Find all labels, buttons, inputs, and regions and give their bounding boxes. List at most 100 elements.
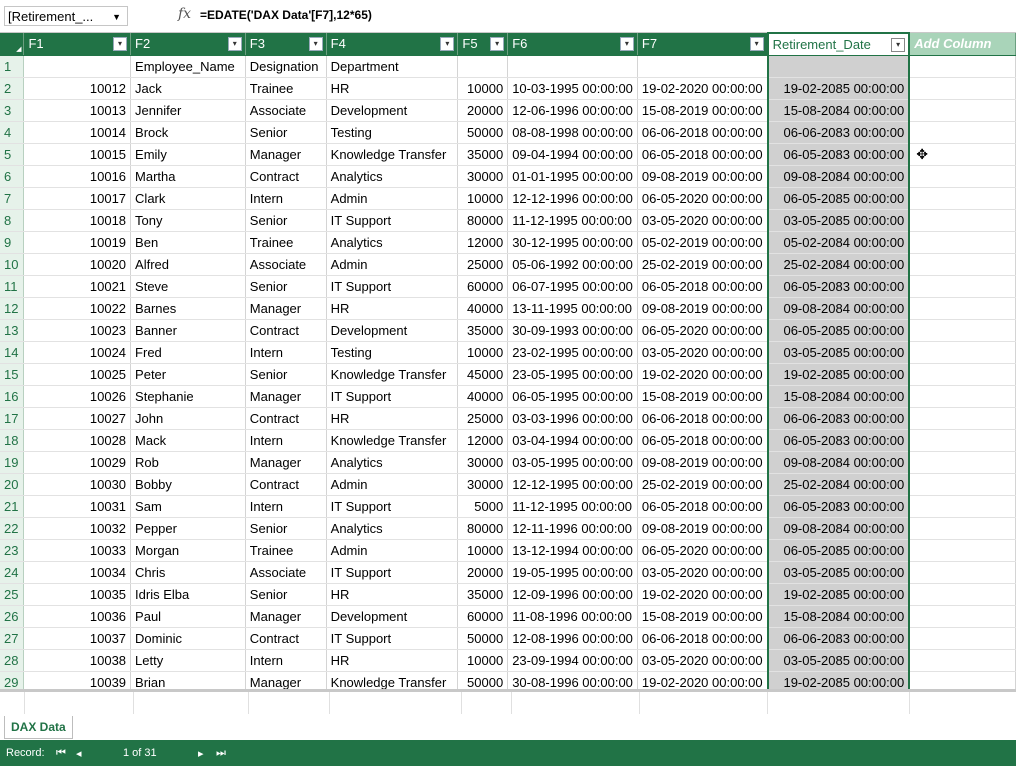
table-cell[interactable]: Admin (326, 473, 459, 496)
add-column-cell[interactable] (909, 275, 1016, 298)
table-cell[interactable]: 10000 (457, 77, 509, 100)
table-cell[interactable]: 06-06-2018 00:00:00 (637, 627, 769, 650)
table-cell[interactable]: Contract (245, 627, 327, 650)
table-cell[interactable]: 06-05-2020 00:00:00 (637, 187, 769, 210)
table-cell[interactable]: 10035 (23, 582, 132, 606)
table-cell[interactable]: Paul (130, 605, 246, 628)
table-cell[interactable]: 11-08-1996 00:00:00 (507, 605, 638, 628)
table-row[interactable]: 27 10037 Dominic Contract IT Support 50000 12-… (0, 627, 1016, 650)
row-number[interactable]: 14 (0, 341, 25, 364)
add-column-cell[interactable] (909, 363, 1016, 386)
table-cell[interactable]: IT Support (326, 275, 459, 298)
retirement-date-cell[interactable]: 25-02-2084 00:00:00 (766, 253, 911, 276)
table-cell[interactable]: Martha (130, 165, 246, 188)
column-header[interactable]: F2 ▾ (130, 33, 246, 56)
table-cell[interactable]: 10028 (23, 429, 132, 452)
table-cell[interactable]: Trainee (245, 539, 327, 562)
table-cell[interactable]: 10029 (23, 451, 132, 474)
table-cell[interactable]: 5000 (457, 494, 509, 518)
table-cell[interactable]: 09-04-1994 00:00:00 (507, 142, 638, 166)
retirement-date-cell[interactable]: 03-05-2085 00:00:00 (766, 561, 911, 584)
retirement-date-cell[interactable]: 05-02-2084 00:00:00 (766, 230, 911, 254)
table-cell[interactable]: 12000 (457, 230, 509, 254)
table-cell[interactable]: Admin (326, 539, 459, 562)
add-column-cell[interactable] (909, 230, 1016, 254)
table-row[interactable]: 20 10030 Bobby Contract Admin 30000 12-12-1995… (0, 473, 1016, 496)
add-column-cell[interactable] (909, 451, 1016, 474)
row-number[interactable]: 7 (0, 187, 25, 210)
table-cell[interactable]: 10016 (23, 165, 132, 188)
previous-record-icon[interactable]: ◂ (76, 747, 82, 760)
table-cell[interactable]: 06-05-2018 00:00:00 (637, 429, 769, 452)
table-cell[interactable]: 09-08-2019 00:00:00 (637, 165, 769, 188)
retirement-date-cell[interactable]: 09-08-2084 00:00:00 (766, 451, 911, 474)
table-cell[interactable]: Bobby (130, 473, 246, 496)
add-column-cell[interactable] (909, 253, 1016, 276)
add-column-cell[interactable] (909, 517, 1016, 540)
table-cell[interactable]: Intern (245, 341, 327, 364)
table-cell[interactable]: 15-08-2019 00:00:00 (637, 385, 769, 408)
filter-dropdown-icon[interactable]: ▾ (891, 38, 906, 52)
row-number[interactable]: 16 (0, 385, 25, 408)
table-cell[interactable]: 10000 (457, 187, 509, 210)
table-cell[interactable]: Contract (245, 473, 327, 496)
filter-dropdown-icon[interactable]: ▾ (490, 37, 505, 51)
table-cell[interactable]: Sam (130, 494, 246, 518)
table-cell[interactable]: 03-05-2020 00:00:00 (637, 561, 769, 584)
table-cell[interactable]: Senior (245, 582, 327, 606)
table-cell[interactable]: 30000 (457, 165, 509, 188)
table-cell[interactable]: 12-06-1996 00:00:00 (507, 99, 638, 122)
filter-dropdown-icon[interactable]: ▾ (308, 37, 323, 51)
sheet-tab[interactable]: DAX Data (4, 716, 73, 739)
table-cell[interactable]: 10015 (23, 142, 132, 166)
table-cell[interactable]: 30000 (457, 451, 509, 474)
row-number[interactable]: 2 (0, 77, 25, 100)
table-cell[interactable]: IT Support (326, 209, 459, 232)
row-number[interactable]: 3 (0, 99, 25, 122)
table-row[interactable]: 2 10012 Jack Trainee HR 10000 10-03-1995 00:00… (0, 77, 1016, 100)
table-cell[interactable]: Intern (245, 649, 327, 672)
table-cell[interactable]: 06-05-1995 00:00:00 (507, 385, 638, 408)
table-cell[interactable]: Manager (245, 142, 327, 166)
row-number[interactable]: 20 (0, 473, 25, 496)
add-column-cell[interactable] (909, 539, 1016, 562)
row-number[interactable]: 21 (0, 494, 25, 518)
table-cell[interactable]: Idris Elba (130, 582, 246, 606)
row-number[interactable]: 19 (0, 451, 25, 474)
retirement-date-cell[interactable]: 03-05-2085 00:00:00 (766, 341, 911, 364)
table-cell[interactable]: Manager (245, 451, 327, 474)
table-cell[interactable]: 10020 (23, 253, 132, 276)
add-column-cell[interactable] (909, 318, 1016, 342)
table-cell[interactable]: HR (326, 77, 459, 100)
table-cell[interactable]: 15-08-2019 00:00:00 (637, 605, 769, 628)
table-cell[interactable]: 12000 (457, 429, 509, 452)
table-cell[interactable]: 08-08-1998 00:00:00 (507, 121, 638, 144)
row-number[interactable]: 10 (0, 253, 25, 276)
add-column-cell[interactable] (909, 55, 1016, 78)
column-header[interactable]: F3 ▾ (245, 33, 327, 56)
table-cell[interactable]: Intern (245, 494, 327, 518)
table-cell[interactable]: Analytics (326, 451, 459, 474)
table-row[interactable]: 1 Employee_Name Designation Department (0, 55, 1016, 78)
retirement-date-cell[interactable]: 25-02-2084 00:00:00 (766, 473, 911, 496)
table-cell[interactable]: 19-02-2020 00:00:00 (637, 77, 769, 100)
table-cell[interactable]: 09-08-2019 00:00:00 (637, 451, 769, 474)
table-cell[interactable]: 40000 (457, 297, 509, 320)
table-cell[interactable]: 45000 (457, 363, 509, 386)
table-cell[interactable]: 10013 (23, 99, 132, 122)
table-cell[interactable]: Letty (130, 649, 246, 672)
retirement-date-cell[interactable] (766, 55, 911, 78)
table-cell[interactable]: 06-05-2018 00:00:00 (637, 275, 769, 298)
table-row[interactable]: 5 10015 Emily Manager Knowledge Transfer 3500… (0, 142, 1016, 166)
add-column-cell[interactable] (909, 473, 1016, 496)
retirement-date-cell[interactable]: 06-05-2085 00:00:00 (766, 318, 911, 342)
table-row[interactable]: 8 10018 Tony Senior IT Support 80000 11-12-199… (0, 209, 1016, 232)
filter-dropdown-icon[interactable]: ▾ (440, 37, 455, 51)
add-column-cell[interactable] (909, 187, 1016, 210)
select-all-corner[interactable]: ◢ (0, 33, 25, 56)
add-column-cell[interactable] (909, 99, 1016, 122)
retirement-date-cell[interactable]: 03-05-2085 00:00:00 (766, 649, 911, 672)
table-cell[interactable]: Tony (130, 209, 246, 232)
table-cell[interactable]: 30-09-1993 00:00:00 (507, 318, 638, 342)
add-column-cell[interactable] (909, 561, 1016, 584)
